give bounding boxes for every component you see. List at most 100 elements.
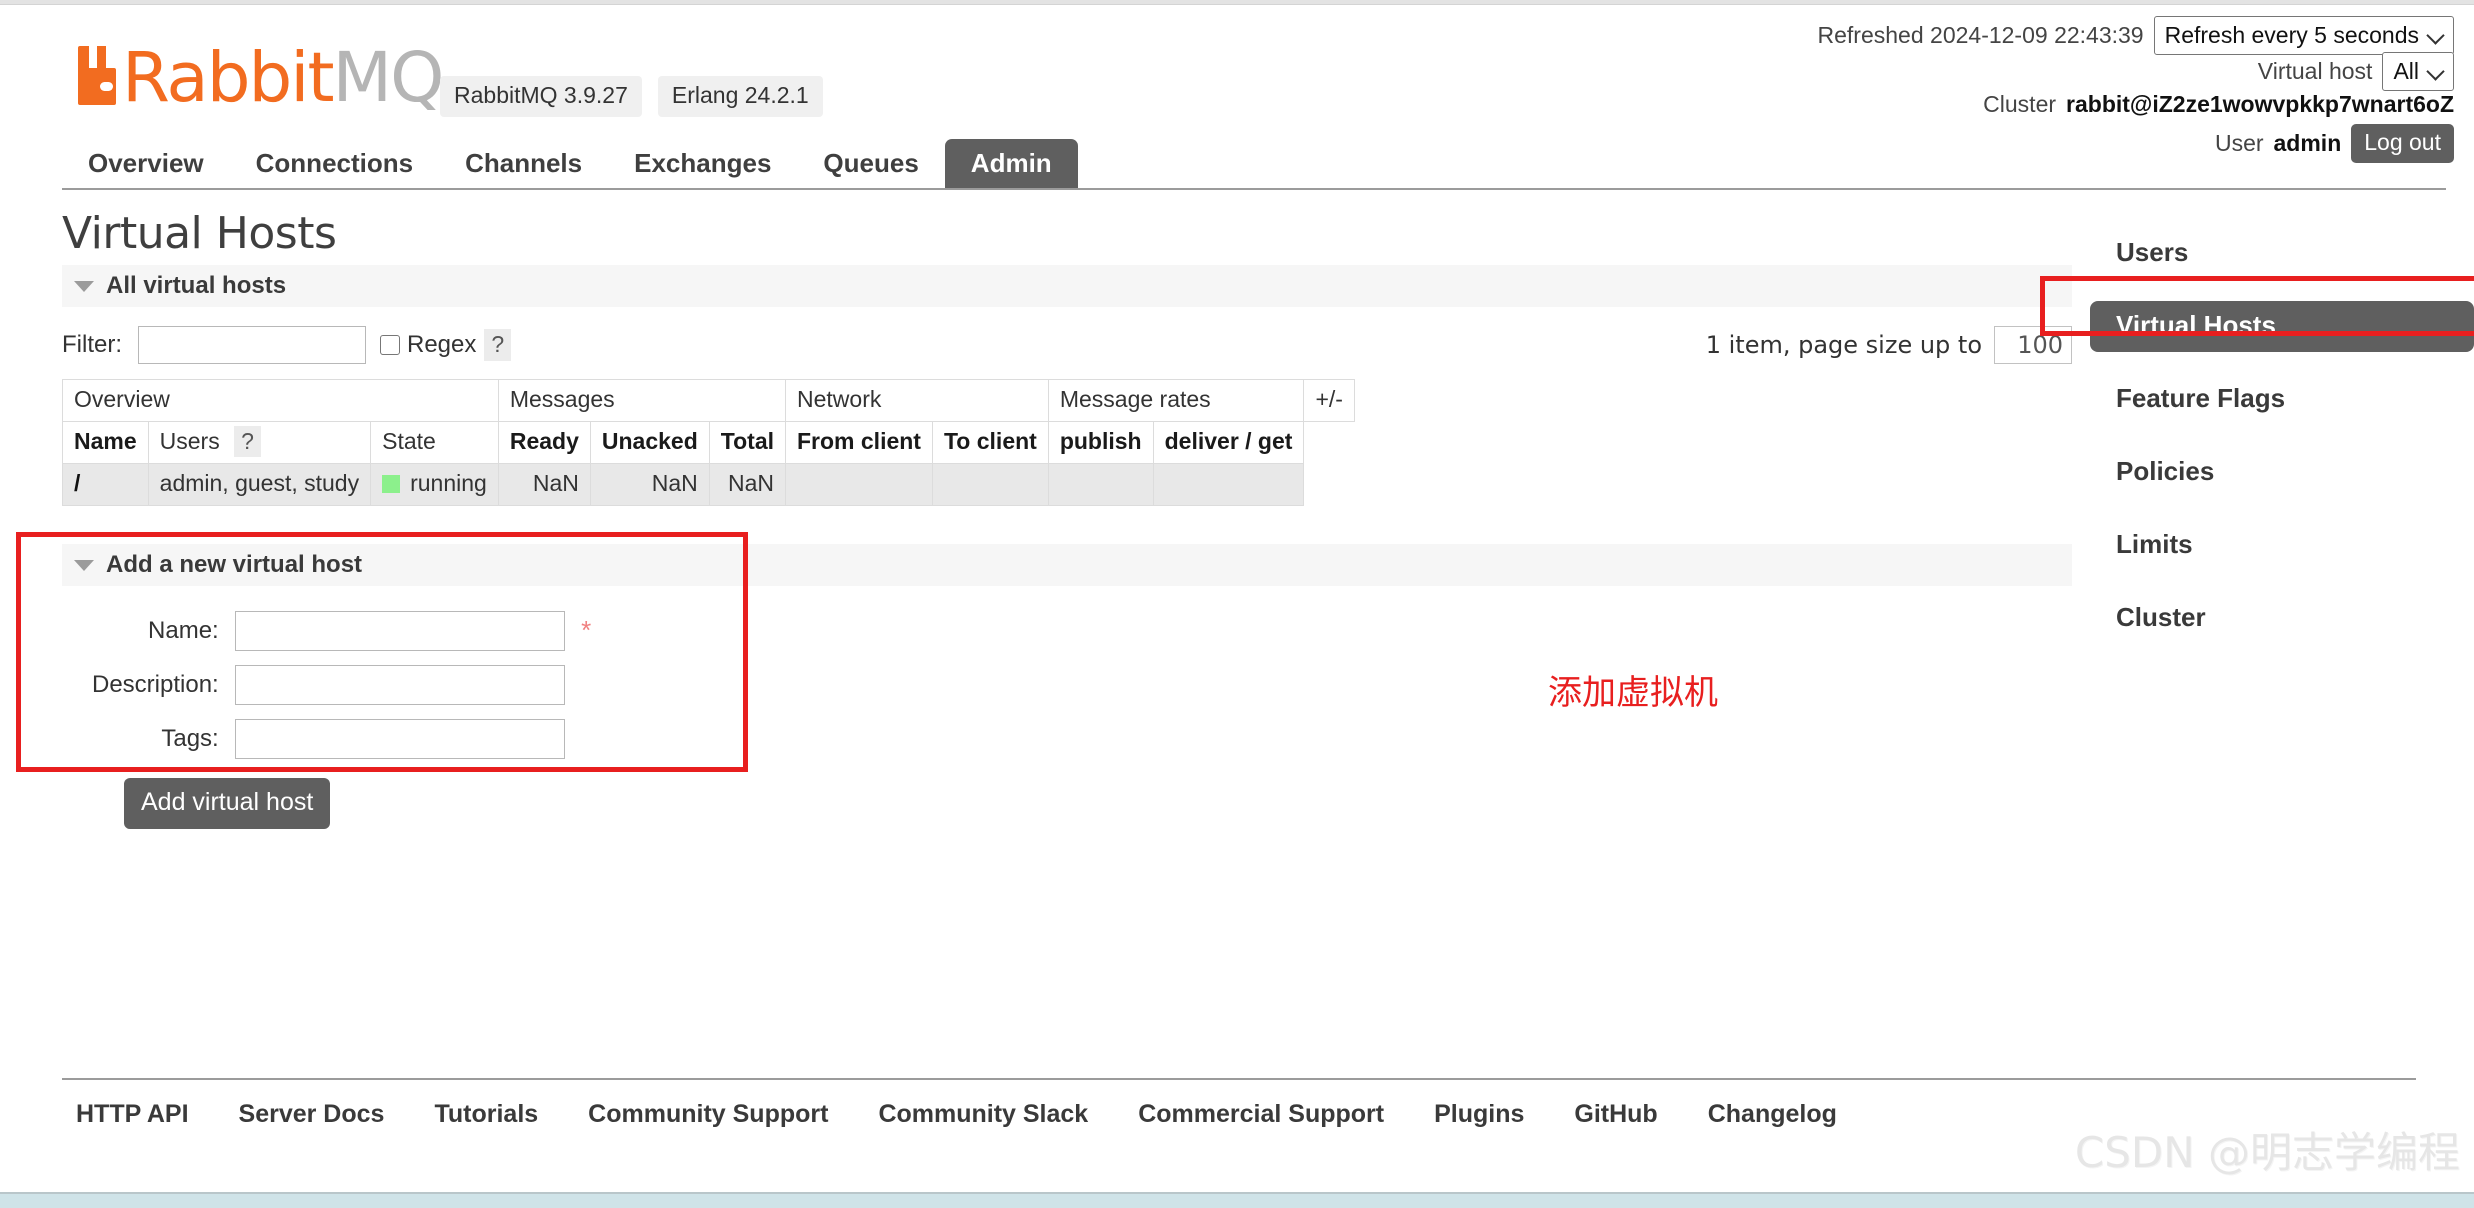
footer-link-commercial-support[interactable]: Commercial Support xyxy=(1138,1100,1384,1129)
footer-link-github[interactable]: GitHub xyxy=(1574,1100,1657,1129)
table-group-header-row: Overview Messages Network Message rates … xyxy=(62,379,1355,422)
regex-label: Regex xyxy=(407,331,477,358)
vhost-select[interactable]: All xyxy=(2382,52,2454,91)
footer-link-http-api[interactable]: HTTP API xyxy=(76,1100,189,1129)
item-count-label: 1 item, page size up to xyxy=(1705,331,1982,359)
add-virtual-host-form: Add a new virtual host Name: * Descripti… xyxy=(62,544,2072,829)
tab-exchanges[interactable]: Exchanges xyxy=(608,139,797,190)
main-content: Virtual Hosts All virtual hosts Filter: … xyxy=(62,208,2072,829)
table-row[interactable]: / admin, guest, study running NaN NaN Na… xyxy=(62,463,1355,506)
column-users-label: Users xyxy=(159,428,220,454)
tab-connections[interactable]: Connections xyxy=(230,139,439,190)
regex-checkbox-group[interactable]: Regex xyxy=(380,331,476,359)
add-virtual-host-button[interactable]: Add virtual host xyxy=(124,778,331,829)
tags-field[interactable] xyxy=(234,719,565,759)
column-ready[interactable]: Ready xyxy=(497,421,591,464)
users-question-mark-icon[interactable]: ? xyxy=(234,426,261,457)
cell-from-client xyxy=(785,463,933,506)
cell-vhost-users: admin, guest, study xyxy=(147,463,372,506)
column-from-client[interactable]: From client xyxy=(785,421,933,464)
admin-sidebar: Users Virtual Hosts Feature Flags Polici… xyxy=(2090,228,2474,666)
column-users[interactable]: Users ? xyxy=(147,421,372,464)
column-toggle-button[interactable]: +/- xyxy=(1303,379,1355,422)
tab-queues[interactable]: Queues xyxy=(797,139,944,190)
page-title: Virtual Hosts xyxy=(62,208,337,259)
form-row-name: Name: * xyxy=(92,604,591,658)
all-virtual-hosts-title: All virtual hosts xyxy=(106,272,287,299)
vhost-select-wrap[interactable]: All xyxy=(2382,52,2454,91)
footer-link-tutorials[interactable]: Tutorials xyxy=(434,1100,538,1129)
column-state[interactable]: State xyxy=(370,421,499,464)
logo-text-primary: Rabbit xyxy=(122,37,335,118)
sidebar-item-policies[interactable]: Policies xyxy=(2090,447,2474,498)
refresh-row: Refreshed 2024-12-09 22:43:39 Refresh ev… xyxy=(1817,16,2454,55)
group-header-messages: Messages xyxy=(497,379,787,422)
cell-publish xyxy=(1047,463,1154,506)
form-row-tags: Tags: xyxy=(92,712,591,766)
sidebar-item-virtual-hosts[interactable]: Virtual Hosts xyxy=(2090,301,2474,352)
all-virtual-hosts-section-header[interactable]: All virtual hosts xyxy=(62,265,2072,307)
virtual-hosts-table: Overview Messages Network Message rates … xyxy=(62,379,1355,506)
name-field[interactable] xyxy=(234,611,565,651)
refresh-interval-select[interactable]: Refresh every 5 seconds xyxy=(2153,16,2454,55)
cluster-label: Cluster xyxy=(1983,91,2057,117)
bottom-accent-strip xyxy=(0,1192,2474,1208)
group-header-message-rates: Message rates xyxy=(1047,379,1305,422)
rabbit-logo-icon xyxy=(78,44,118,106)
column-name[interactable]: Name xyxy=(62,421,149,464)
column-spacer xyxy=(1303,421,1355,464)
sidebar-item-feature-flags[interactable]: Feature Flags xyxy=(2090,374,2474,425)
cell-spacer xyxy=(1303,463,1355,506)
column-total[interactable]: Total xyxy=(708,421,787,464)
page-size-input[interactable] xyxy=(1994,326,2072,364)
description-field[interactable] xyxy=(234,665,565,705)
status-badge: running xyxy=(410,470,487,496)
sidebar-item-cluster[interactable]: Cluster xyxy=(2090,593,2474,644)
question-mark-icon[interactable]: ? xyxy=(484,329,512,361)
refresh-interval-select-wrap[interactable]: Refresh every 5 seconds xyxy=(2153,16,2454,55)
rabbitmq-logo[interactable]: RabbitMQ TM xyxy=(78,43,470,112)
column-to-client[interactable]: To client xyxy=(931,421,1049,464)
required-marker: * xyxy=(581,614,592,645)
tab-overview[interactable]: Overview xyxy=(62,139,230,190)
cell-vhost-name[interactable]: / xyxy=(62,463,149,506)
version-pill-group: RabbitMQ 3.9.27 Erlang 24.2.1 xyxy=(440,76,823,117)
refreshed-timestamp: Refreshed 2024-12-09 22:43:39 xyxy=(1817,22,2144,48)
column-publish[interactable]: publish xyxy=(1047,421,1154,464)
footer-link-changelog[interactable]: Changelog xyxy=(1708,1100,1837,1129)
footer-link-community-support[interactable]: Community Support xyxy=(588,1100,828,1129)
footer-link-plugins[interactable]: Plugins xyxy=(1434,1100,1524,1129)
regex-checkbox[interactable] xyxy=(380,335,400,355)
column-deliver-get[interactable]: deliver / get xyxy=(1152,421,1305,464)
footer-link-list: HTTP API Server Docs Tutorials Community… xyxy=(62,1080,2416,1129)
cell-total: NaN xyxy=(708,463,787,506)
column-unacked[interactable]: Unacked xyxy=(589,421,710,464)
add-virtual-host-fields: Name: * Description: Tags: xyxy=(92,604,591,766)
page-footer: HTTP API Server Docs Tutorials Community… xyxy=(62,1078,2416,1129)
add-virtual-host-section-header[interactable]: Add a new virtual host xyxy=(62,544,2072,586)
page-size-control: 1 item, page size up to xyxy=(1706,326,2072,364)
cell-vhost-state: running xyxy=(370,463,499,506)
sidebar-item-limits[interactable]: Limits xyxy=(2090,520,2474,571)
rabbitmq-version-pill: RabbitMQ 3.9.27 xyxy=(440,76,642,117)
table-column-header-row: Name Users ? State Ready Unacked Total F… xyxy=(62,421,1355,464)
page-header: RabbitMQ TM RabbitMQ 3.9.27 Erlang 24.2.… xyxy=(0,6,2474,163)
form-caret-down-icon[interactable] xyxy=(74,559,94,571)
tab-channels[interactable]: Channels xyxy=(439,139,608,190)
status-indicator-icon xyxy=(382,474,401,493)
name-field-label: Name: xyxy=(148,617,219,644)
caret-down-icon[interactable] xyxy=(74,280,94,292)
group-header-network: Network xyxy=(785,379,1049,422)
vhost-filter-label: Virtual host xyxy=(2257,58,2373,84)
filter-input[interactable] xyxy=(138,326,366,364)
cluster-row: Cluster rabbit@iZ2ze1wowvpkkp7wnart6oZ xyxy=(1818,91,2454,118)
browser-chrome-hairline xyxy=(0,0,2474,5)
sidebar-item-users[interactable]: Users xyxy=(2090,228,2474,279)
footer-link-community-slack[interactable]: Community Slack xyxy=(878,1100,1088,1129)
cell-to-client xyxy=(931,463,1049,506)
annotation-note: 添加虚拟机 xyxy=(1548,673,1718,713)
nav-divider xyxy=(62,188,2446,190)
group-header-overview: Overview xyxy=(62,379,499,422)
tab-admin[interactable]: Admin xyxy=(944,139,1078,190)
footer-link-server-docs[interactable]: Server Docs xyxy=(239,1100,385,1129)
